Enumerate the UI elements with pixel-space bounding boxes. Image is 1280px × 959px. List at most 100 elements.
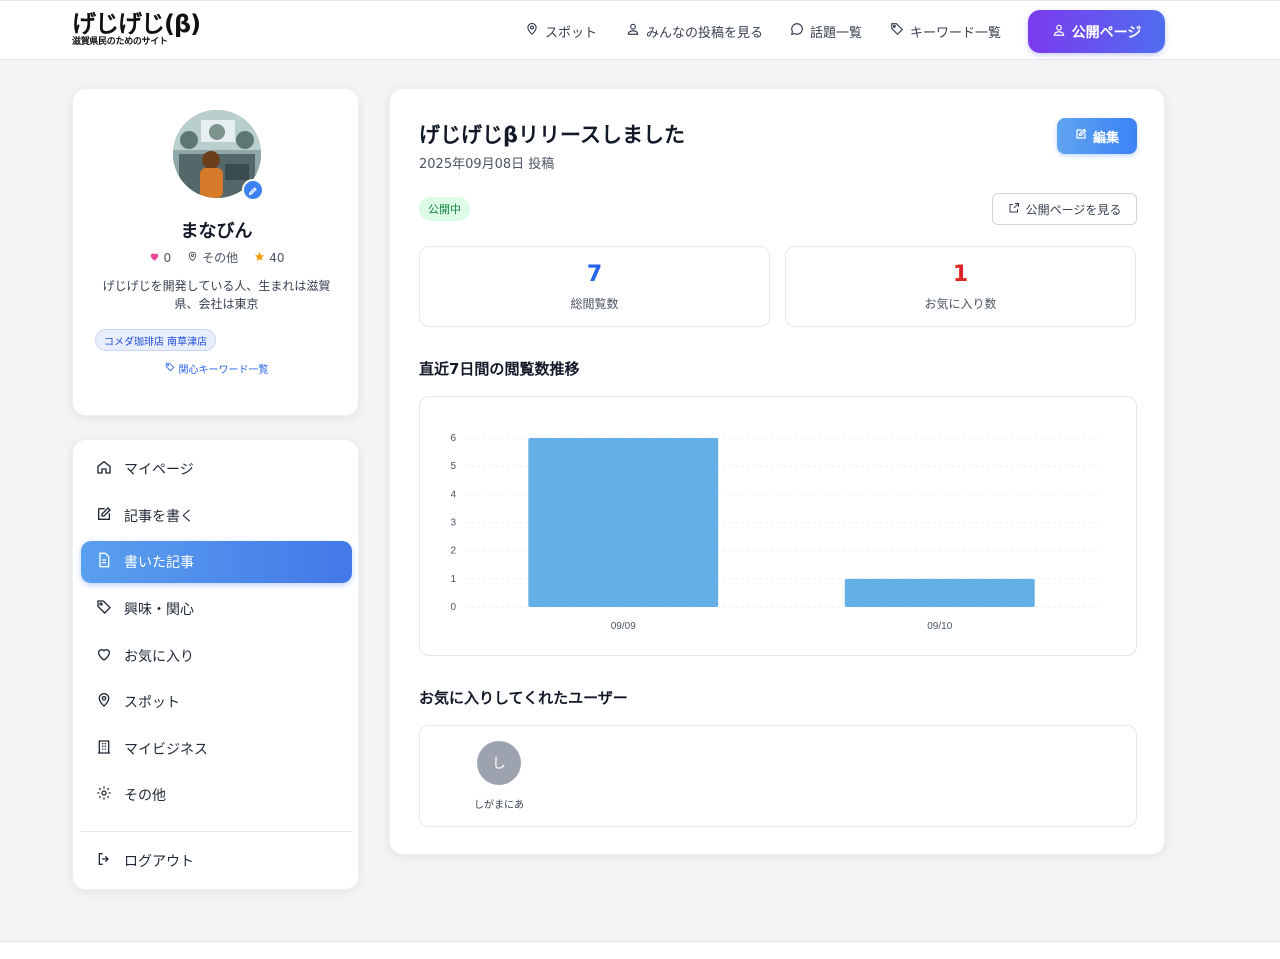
y-tick-label: 4 bbox=[450, 489, 456, 500]
user-icon bbox=[1052, 23, 1066, 41]
nav-topics-label: 話題一覧 bbox=[810, 25, 863, 41]
side-menu: マイページ 記事を書く 書いた記事 興味・関心 お気に入り スポット マイビジネ… bbox=[72, 439, 359, 890]
public-page-button[interactable]: 公開ページ bbox=[1028, 10, 1165, 53]
logo-title: げじげじ(β) bbox=[72, 10, 201, 38]
tag-icon bbox=[890, 22, 904, 40]
profile-bio: げじげじを開発している人、生まれは滋賀県、会社は東京 bbox=[102, 279, 331, 311]
favorites-label: お気に入り数 bbox=[924, 297, 997, 311]
menu-item-label: マイビジネス bbox=[124, 742, 208, 758]
y-tick-label: 1 bbox=[450, 574, 456, 585]
logout-icon bbox=[96, 851, 112, 871]
nav-keywords[interactable]: キーワード一覧 bbox=[890, 1, 1001, 61]
gear-icon bbox=[96, 785, 112, 805]
total-views-value: 7 bbox=[586, 262, 603, 287]
menu-item-label: 書いた記事 bbox=[124, 555, 194, 571]
avatar-edit-button[interactable] bbox=[242, 179, 264, 201]
article-title: げじげじβリリースしました bbox=[419, 123, 685, 147]
top-navbar: げじげじ(β) 滋賀県民のためのサイト スポット みんなの投稿を見る 話題一覧 … bbox=[0, 0, 1280, 60]
map-pin-icon bbox=[96, 692, 112, 712]
y-tick-label: 6 bbox=[450, 433, 456, 444]
heart-icon bbox=[96, 646, 112, 666]
favorites-value: 1 bbox=[952, 262, 969, 287]
home-icon bbox=[96, 459, 112, 479]
x-tick-label: 09/10 bbox=[927, 621, 952, 632]
profile-card: まなびん 0 その他 40 げじげじを開発している人、生まれは滋賀県、会社は東京… bbox=[72, 88, 359, 416]
keyword-list-link[interactable]: 関心キーワード一覧 bbox=[73, 361, 360, 376]
view-public-label: 公開ページを見る bbox=[1025, 202, 1122, 217]
keyword-list-label: 関心キーワード一覧 bbox=[178, 365, 269, 376]
nav-keywords-label: キーワード一覧 bbox=[910, 25, 1002, 41]
footer-bar bbox=[0, 941, 1280, 959]
y-tick-label: 5 bbox=[450, 461, 456, 472]
menu-item-logout[interactable]: ログアウト bbox=[81, 840, 352, 882]
external-link-icon bbox=[1008, 202, 1020, 217]
nav-all-posts-label: みんなの投稿を見る bbox=[646, 25, 764, 41]
chart-title: 直近7日間の閲覧数推移 bbox=[419, 360, 580, 378]
likes-count: 0 bbox=[163, 250, 172, 265]
menu-divider bbox=[81, 831, 352, 832]
menu-item-write[interactable]: 記事を書く bbox=[81, 495, 352, 537]
nav-spots[interactable]: スポット bbox=[525, 1, 597, 61]
menu-item-label: マイページ bbox=[124, 462, 194, 478]
document-icon bbox=[96, 552, 112, 572]
x-tick-label: 09/09 bbox=[611, 621, 636, 632]
users-icon bbox=[626, 22, 640, 40]
avatar[interactable]: し bbox=[477, 741, 521, 785]
menu-item-label: その他 bbox=[124, 788, 166, 804]
total-views-label: 総閲覧数 bbox=[570, 297, 619, 311]
fav-users-list: し しがまにあ bbox=[419, 725, 1137, 827]
menu-item-interests[interactable]: 興味・関心 bbox=[81, 588, 352, 630]
nav-all-posts[interactable]: みんなの投稿を見る bbox=[626, 1, 763, 61]
site-logo[interactable]: げじげじ(β) 滋賀県民のためのサイト bbox=[72, 10, 201, 48]
views-chart: 0 1 2 3 4 5 6 09/09 09/10 bbox=[419, 396, 1137, 656]
fav-user-name[interactable]: しがまにあ bbox=[459, 796, 539, 811]
edit-label: 編集 bbox=[1092, 130, 1119, 146]
map-pin-icon bbox=[525, 22, 539, 40]
menu-item-label: 興味・関心 bbox=[124, 602, 194, 618]
status-badge: 公開中 bbox=[419, 197, 470, 221]
edit-icon bbox=[1075, 128, 1087, 144]
logout-label: ログアウト bbox=[124, 854, 194, 870]
menu-item-mypage[interactable]: マイページ bbox=[81, 448, 352, 490]
location-value: その他 bbox=[202, 251, 239, 265]
view-public-page-button[interactable]: 公開ページを見る bbox=[992, 193, 1137, 225]
article-detail-card: げじげじβリリースしました 2025年09月08日 投稿 編集 公開中 公開ペー… bbox=[389, 88, 1165, 855]
favorites-box: 1 お気に入り数 bbox=[785, 246, 1136, 327]
edit-icon bbox=[96, 506, 112, 526]
logo-subtitle: 滋賀県民のためのサイト bbox=[72, 37, 168, 47]
public-page-label: 公開ページ bbox=[1071, 24, 1142, 41]
bar-09-10 bbox=[844, 578, 1035, 607]
views-chart-svg: 0 1 2 3 4 5 6 09/09 09/10 bbox=[450, 433, 1098, 632]
likes-stat: 0 bbox=[149, 249, 172, 266]
y-tick-label: 2 bbox=[450, 546, 456, 557]
bar-09-09 bbox=[528, 438, 719, 607]
y-tick-label: 3 bbox=[450, 518, 456, 529]
y-tick-label: 0 bbox=[450, 602, 456, 613]
menu-item-spots[interactable]: スポット bbox=[81, 681, 352, 723]
edit-button[interactable]: 編集 bbox=[1057, 118, 1137, 154]
total-views-box: 7 総閲覧数 bbox=[419, 246, 770, 327]
nav-topics[interactable]: 話題一覧 bbox=[790, 1, 862, 61]
menu-item-other[interactable]: その他 bbox=[81, 774, 352, 816]
interest-tag[interactable]: コメダ珈琲店 南草津店 bbox=[95, 329, 217, 351]
chat-icon bbox=[790, 22, 804, 40]
map-pin-icon bbox=[187, 251, 198, 265]
tag-icon bbox=[165, 362, 175, 375]
menu-item-business[interactable]: マイビジネス bbox=[81, 728, 352, 770]
article-date: 2025年09月08日 投稿 bbox=[419, 157, 555, 172]
fav-users-title: お気に入りしてくれたユーザー bbox=[419, 689, 628, 707]
heart-icon bbox=[149, 251, 160, 265]
pencil-icon bbox=[248, 181, 258, 200]
profile-stats: 0 その他 40 bbox=[73, 249, 360, 266]
tag-icon bbox=[96, 599, 112, 619]
menu-item-favorites[interactable]: お気に入り bbox=[81, 635, 352, 677]
menu-item-label: 記事を書く bbox=[124, 509, 194, 525]
points-value: 40 bbox=[269, 250, 285, 265]
profile-name: まなびん bbox=[180, 221, 253, 242]
menu-item-label: スポット bbox=[124, 695, 180, 711]
location-stat: その他 bbox=[187, 249, 238, 266]
building-icon bbox=[96, 739, 112, 759]
menu-item-label: お気に入り bbox=[124, 649, 194, 665]
menu-item-my-articles[interactable]: 書いた記事 bbox=[81, 541, 352, 583]
star-icon bbox=[254, 251, 265, 265]
